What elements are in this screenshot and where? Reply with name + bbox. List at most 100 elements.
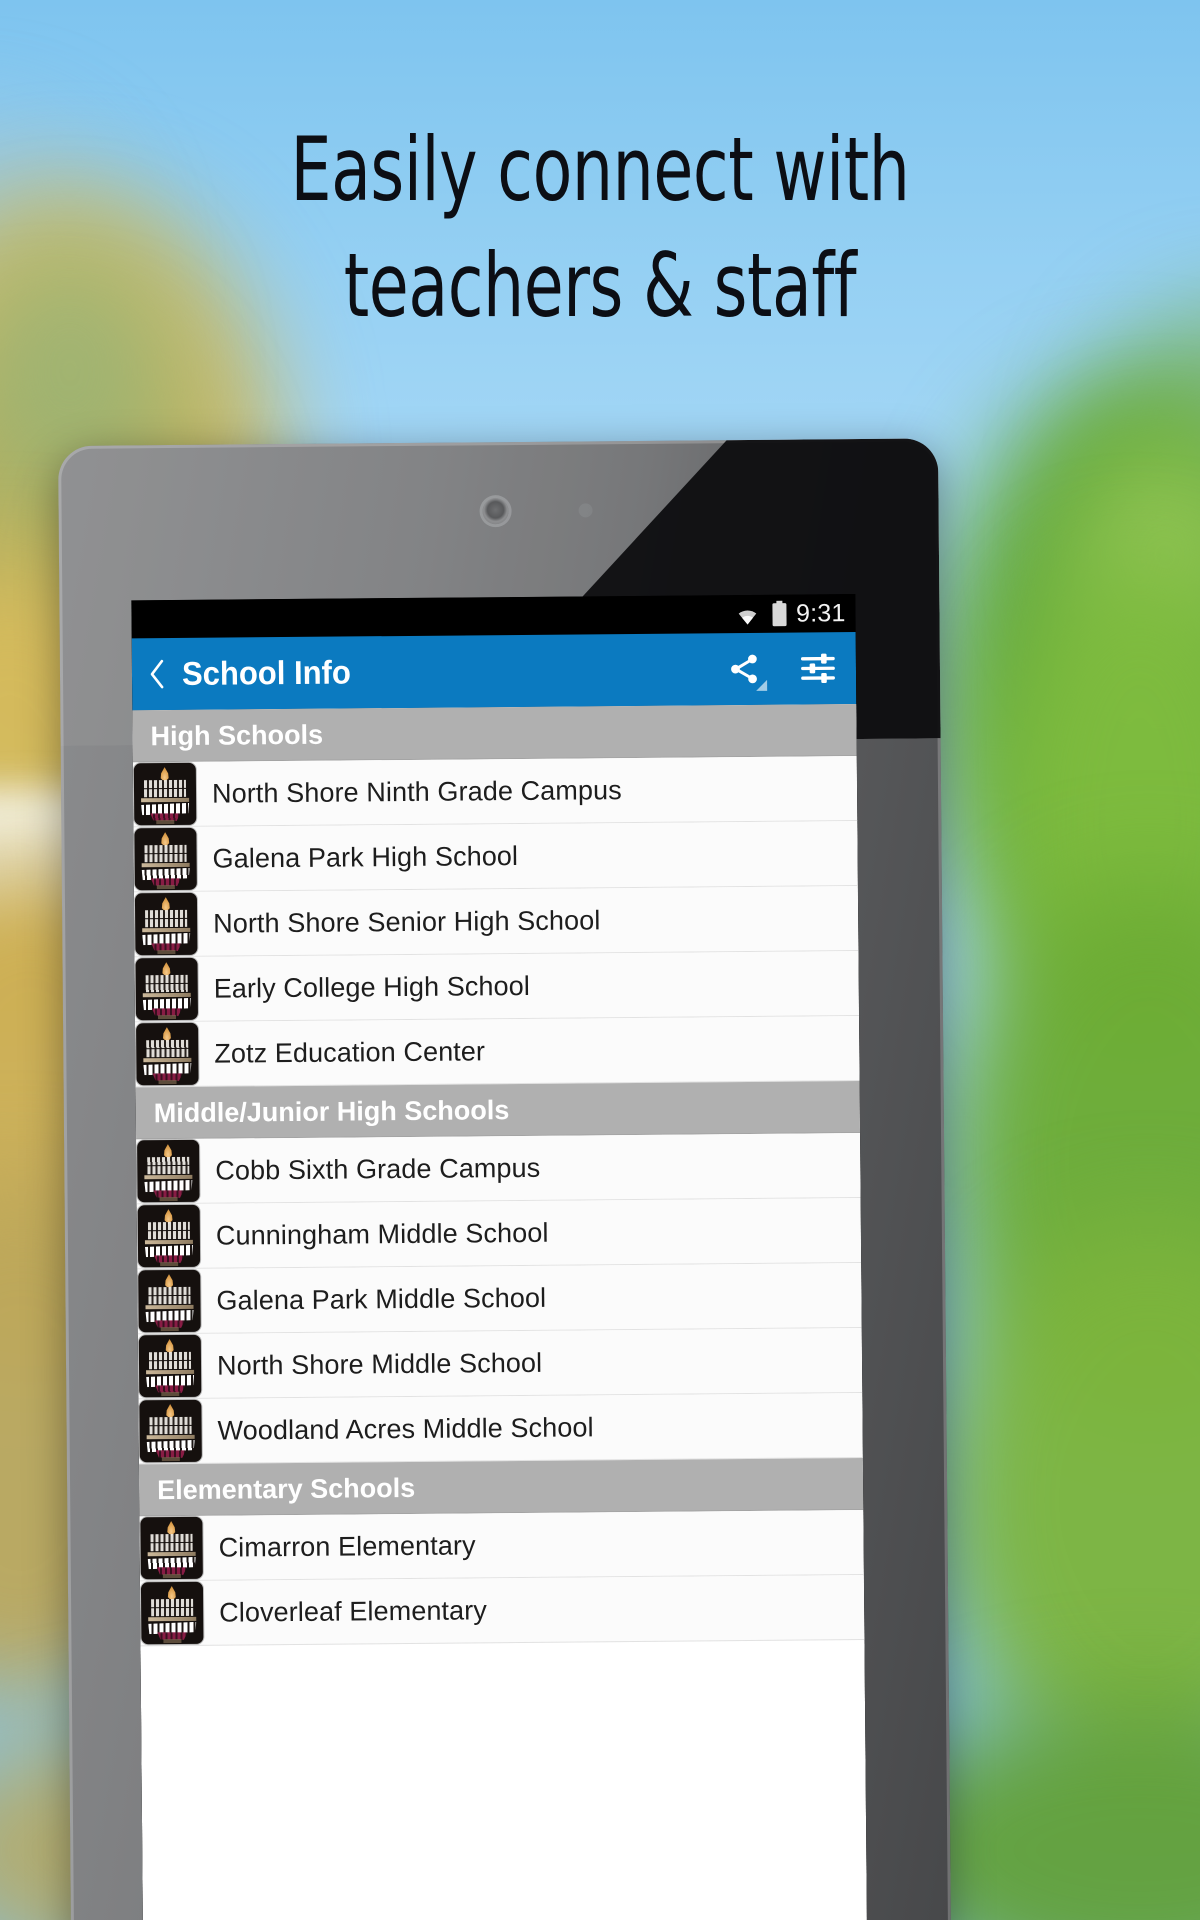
logo-divider: [142, 927, 191, 933]
school-district-logo-icon: [134, 827, 197, 891]
list-item-label: North Shore Senior High School: [213, 904, 601, 939]
logo-footer: [162, 1573, 181, 1579]
logo-footer: [160, 1326, 179, 1332]
list-item[interactable]: Galena Park High School: [133, 821, 858, 893]
logo-text-leading: [147, 1156, 190, 1166]
logo-footer: [163, 1638, 182, 1644]
list-item-label: Galena Park High School: [212, 840, 519, 874]
logo-divider: [143, 1057, 192, 1063]
tablet-screen: 9:31 School Info High Schools North Shor…: [131, 594, 868, 1920]
list-item[interactable]: North Shore Senior High School: [133, 886, 859, 958]
logo-footer: [161, 1391, 180, 1397]
list-item-label: North Shore Middle School: [216, 1347, 543, 1381]
logo-text-learning: [147, 1165, 190, 1175]
logo-text-learning: [148, 1360, 192, 1370]
logo-divider: [148, 1616, 197, 1622]
logo-footer: [157, 1014, 177, 1020]
share-dropdown-caret-icon[interactable]: [756, 679, 768, 691]
app-bar: School Info: [131, 632, 857, 711]
list-item[interactable]: Early College High School: [134, 951, 860, 1023]
list-item[interactable]: Zotz Education Center: [135, 1016, 860, 1088]
logo-text-learning: [149, 1425, 192, 1435]
list-item-label: Zotz Education Center: [214, 1035, 486, 1069]
list-item[interactable]: Cunningham Middle School: [136, 1198, 862, 1270]
school-district-logo-icon: [137, 1139, 200, 1203]
logo-footer: [157, 949, 176, 955]
logo-text-leading: [148, 1286, 191, 1296]
list-item-label: Cobb Sixth Grade Campus: [215, 1152, 541, 1186]
logo-footer: [158, 1079, 177, 1085]
logo-text-leading: [146, 1039, 189, 1049]
camera-icon: [482, 498, 509, 525]
logo-text-leading: [145, 909, 188, 919]
logo-footer: [161, 1456, 180, 1462]
school-district-logo-icon: [138, 1269, 201, 1333]
section-header: Middle/Junior High Schools: [135, 1081, 861, 1140]
page-title: School Info: [181, 653, 352, 692]
logo-divider: [142, 992, 191, 998]
logo-text-leading: [149, 1416, 192, 1426]
logo-divider: [147, 1551, 196, 1557]
list-item[interactable]: Galena Park Middle School: [137, 1263, 862, 1335]
logo-divider: [146, 1369, 195, 1375]
logo-text-learning: [151, 1607, 194, 1617]
list-item-label: Cloverleaf Elementary: [219, 1594, 488, 1628]
sensor-icon: [578, 503, 593, 518]
logo-text-learning: [146, 1048, 189, 1058]
list-item[interactable]: North Shore Ninth Grade Campus: [132, 756, 858, 828]
logo-text-learning: [145, 918, 188, 928]
school-list[interactable]: High Schools North Shore Ninth Grade Camp…: [132, 704, 868, 1920]
school-district-logo-icon: [137, 1204, 201, 1268]
logo-text-learning: [147, 1230, 190, 1240]
logo-footer: [159, 1196, 178, 1202]
list-item-label: Cunningham Middle School: [215, 1217, 549, 1251]
logo-text-learning: [145, 983, 188, 993]
logo-text-leading: [144, 844, 187, 854]
logo-text-learning: [148, 1295, 191, 1305]
logo-divider: [145, 1304, 194, 1310]
list-item[interactable]: Cobb Sixth Grade Campus: [136, 1133, 861, 1205]
logo-divider: [146, 1434, 195, 1440]
logo-text-learning: [150, 1542, 193, 1552]
logo-divider: [141, 862, 190, 868]
share-icon[interactable]: [722, 643, 768, 695]
logo-footer: [160, 1261, 179, 1267]
school-district-logo-icon: [140, 1516, 203, 1580]
school-district-logo-icon: [134, 892, 198, 956]
list-item[interactable]: Woodland Acres Middle School: [138, 1393, 863, 1465]
list-item[interactable]: Cloverleaf Elementary: [139, 1575, 865, 1647]
status-bar-time: 9:31: [795, 598, 846, 628]
promo-headline: Easily connect with teachers & staff: [290, 118, 910, 338]
list-item-label: Early College High School: [213, 970, 531, 1004]
app-bar-actions: [722, 642, 840, 695]
school-district-logo-icon: [135, 957, 199, 1021]
logo-divider: [141, 797, 190, 803]
school-district-logo-icon: [140, 1581, 204, 1645]
school-district-logo-icon: [133, 762, 197, 826]
status-bar: 9:31: [131, 594, 856, 639]
list-item[interactable]: North Shore Middle School: [137, 1328, 863, 1400]
logo-text-leading: [143, 779, 186, 789]
logo-text-leading: [151, 1598, 194, 1608]
logo-text-learning: [144, 853, 187, 863]
school-district-logo-icon: [138, 1334, 202, 1398]
list-item-label: Woodland Acres Middle School: [217, 1411, 594, 1446]
logo-text-leading: [148, 1351, 191, 1361]
logo-text-leading: [150, 1533, 193, 1543]
section-header: High Schools: [132, 704, 857, 763]
list-item-label: North Shore Ninth Grade Campus: [211, 774, 622, 809]
tune-sliders-icon[interactable]: [796, 642, 840, 694]
tablet-device: 9:31 School Info High Schools North Shor…: [58, 438, 952, 1920]
wifi-icon: [732, 603, 762, 625]
logo-divider: [144, 1174, 193, 1180]
list-item-label: Cimarron Elementary: [218, 1529, 476, 1563]
list-item[interactable]: Cimarron Elementary: [139, 1510, 864, 1582]
back-chevron-icon[interactable]: [140, 638, 175, 710]
logo-footer: [156, 884, 175, 890]
logo-text-leading: [145, 974, 188, 984]
school-district-logo-icon: [139, 1399, 202, 1463]
section-header: Elementary Schools: [138, 1458, 864, 1517]
list-item-label: Galena Park Middle School: [216, 1282, 547, 1316]
promo-screenshot: Easily connect with teachers & staff 9:3…: [0, 0, 1200, 1920]
logo-footer: [156, 819, 175, 825]
